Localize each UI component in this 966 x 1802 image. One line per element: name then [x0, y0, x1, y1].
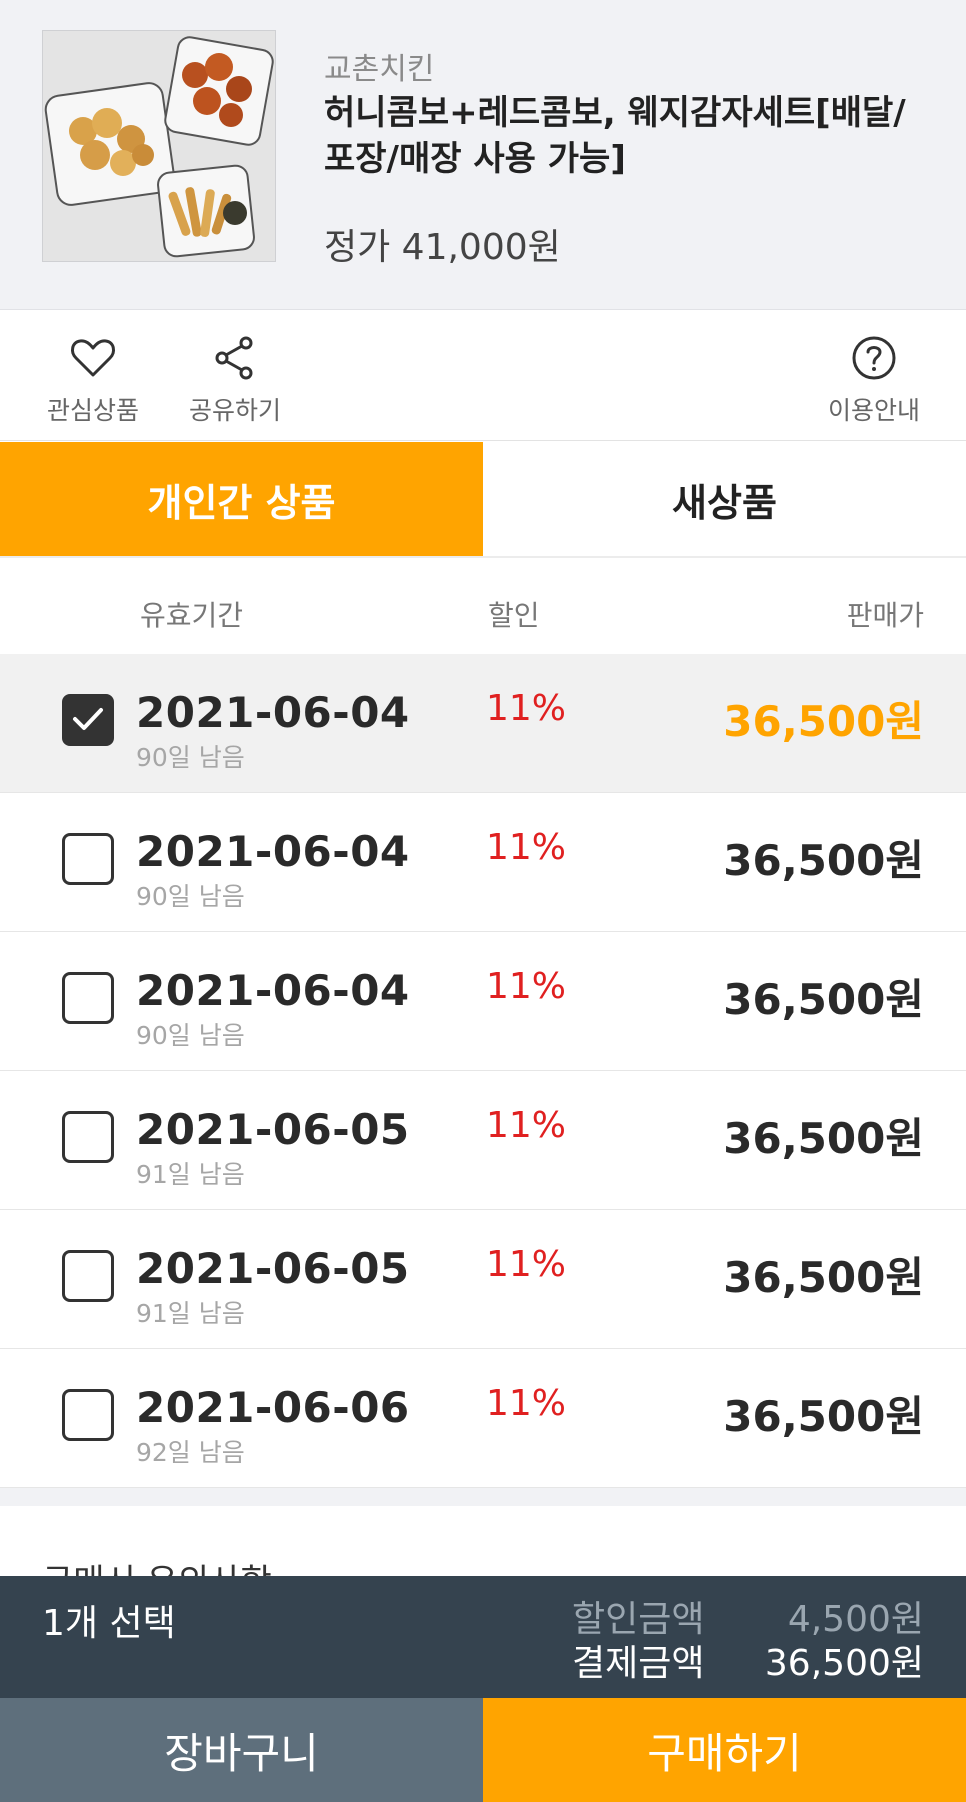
expiry-date: 2021-06-04: [136, 688, 410, 737]
buy-button[interactable]: 구매하기: [483, 1698, 966, 1802]
column-validity: 유효기간: [140, 599, 244, 632]
expiry-date: 2021-06-05: [136, 1105, 410, 1154]
selected-count: 1개 선택: [42, 1603, 176, 1644]
checkbox[interactable]: [62, 1250, 114, 1302]
expiry-date: 2021-06-04: [136, 827, 410, 876]
bottom-buttons: 장바구니 구매하기: [0, 1698, 966, 1802]
checkbox[interactable]: [62, 833, 114, 885]
action-bar: 관심상품 공유하기 이용안내: [0, 311, 966, 441]
payment-amount-value: 36,500원: [764, 1643, 924, 1684]
sale-price: 36,500원: [723, 975, 924, 1024]
heart-icon: [71, 339, 115, 377]
checkbox[interactable]: [62, 1111, 114, 1163]
help-icon: [852, 336, 896, 380]
discount-rate: 11%: [486, 827, 567, 868]
list-item[interactable]: 2021-06-06 92일 남음 11% 36,500원: [0, 1349, 966, 1488]
discount-rate: 11%: [486, 966, 567, 1007]
tab-bar: 개인간 상품 새상품: [0, 442, 966, 558]
section-divider: [0, 1488, 966, 1506]
share-icon: [215, 336, 253, 380]
list-item[interactable]: 2021-06-04 90일 남음 11% 36,500원: [0, 793, 966, 932]
checkbox[interactable]: [62, 972, 114, 1024]
guide-label: 이용안내: [827, 396, 920, 425]
list-item[interactable]: 2021-06-05 91일 남음 11% 36,500원: [0, 1071, 966, 1210]
discount-rate: 11%: [486, 1105, 567, 1146]
discount-rate: 11%: [486, 1383, 567, 1424]
checkbox[interactable]: [62, 1389, 114, 1441]
column-headers: 유효기간 할인 판매가: [0, 560, 966, 654]
sale-price: 36,500원: [723, 1253, 924, 1302]
expiry-date: 2021-06-04: [136, 966, 410, 1015]
share-button[interactable]: 공유하기: [170, 333, 300, 427]
product-image: [42, 30, 276, 262]
list-item[interactable]: 2021-06-04 90일 남음 11% 36,500원: [0, 654, 966, 793]
guide-button[interactable]: 이용안내: [809, 333, 939, 427]
days-remaining: 90일 남음: [136, 1021, 245, 1050]
expiry-date: 2021-06-06: [136, 1383, 410, 1432]
product-header: 교촌치킨 허니콤보+레드콤보, 웨지감자세트[배달/포장/매장 사용 가능] 정…: [0, 0, 966, 310]
days-remaining: 91일 남음: [136, 1299, 245, 1328]
offer-list: 2021-06-04 90일 남음 11% 36,500원 2021-06-04…: [0, 654, 966, 1488]
discount-rate: 11%: [486, 688, 567, 729]
list-item[interactable]: 2021-06-05 91일 남음 11% 36,500원: [0, 1210, 966, 1349]
cart-button[interactable]: 장바구니: [0, 1698, 483, 1802]
sale-price: 36,500원: [723, 1114, 924, 1163]
product-title: 허니콤보+레드콤보, 웨지감자세트[배달/포장/매장 사용 가능]: [324, 93, 906, 179]
days-remaining: 92일 남음: [136, 1438, 245, 1467]
expiry-date: 2021-06-05: [136, 1244, 410, 1293]
tab-new[interactable]: 새상품: [483, 442, 966, 556]
list-price: 정가 41,000원: [324, 227, 561, 268]
column-price: 판매가: [846, 599, 924, 632]
payment-amount-label: 결제금액: [572, 1643, 705, 1684]
days-remaining: 90일 남음: [136, 882, 245, 911]
days-remaining: 90일 남음: [136, 743, 245, 772]
discount-rate: 11%: [486, 1244, 567, 1285]
favorite-button[interactable]: 관심상품: [28, 333, 158, 427]
sale-price: 36,500원: [723, 836, 924, 885]
days-remaining: 91일 남음: [136, 1160, 245, 1189]
favorite-label: 관심상품: [46, 396, 139, 425]
sale-price: 36,500원: [723, 1392, 924, 1441]
checkbox-checked[interactable]: [62, 694, 114, 746]
summary-bar: 1개 선택 할인금액 4,500원 결제금액 36,500원: [0, 1576, 966, 1698]
list-item[interactable]: 2021-06-04 90일 남음 11% 36,500원: [0, 932, 966, 1071]
chicken-photo-icon: [43, 31, 275, 261]
share-label: 공유하기: [188, 396, 281, 425]
column-discount: 할인: [488, 599, 540, 632]
tab-personal[interactable]: 개인간 상품: [0, 442, 483, 556]
brand-name: 교촌치킨: [324, 52, 435, 87]
sale-price: 36,500원: [723, 697, 924, 746]
check-icon: [73, 708, 103, 730]
